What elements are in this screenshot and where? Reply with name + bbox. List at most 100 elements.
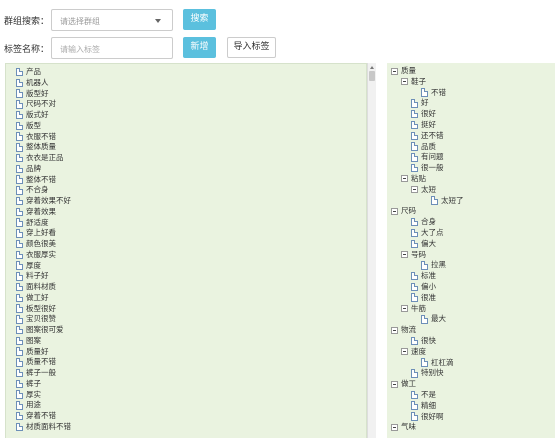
tag-list: 产品 机器人 版型好 尺码不对 版式好 版型 衣服不错 整体质量 衣衣是正品 品牌 整体不错 不合身穿… — [5, 63, 367, 438]
collapse-toggle-icon[interactable] — [401, 251, 408, 259]
list-item[interactable]: 质量好 — [16, 347, 71, 358]
document-icon — [411, 99, 418, 108]
list-item-label: 衣服不错 — [26, 131, 56, 141]
tree-leaf[interactable]: 有问题 — [391, 152, 464, 163]
tree-leaf[interactable]: 挺好 — [391, 120, 464, 131]
list-item[interactable]: 版型好 — [16, 89, 71, 100]
search-button[interactable]: 搜索 — [183, 9, 216, 30]
tree-leaf[interactable]: 很准 — [391, 293, 464, 304]
tree-folder[interactable]: 牛筋 — [391, 304, 464, 315]
document-icon — [16, 143, 23, 152]
scrollbar[interactable] — [367, 63, 376, 438]
tree-leaf[interactable]: 拉黑 — [391, 260, 464, 271]
tag-name-input[interactable]: 请输入标签 — [51, 37, 173, 59]
list-item[interactable]: 不合身 — [16, 185, 71, 196]
tree-folder[interactable]: 粘贴 — [391, 174, 464, 185]
tree-folder[interactable]: 太短 — [391, 185, 464, 196]
collapse-toggle-icon[interactable] — [401, 175, 408, 183]
collapse-toggle-icon[interactable] — [401, 348, 408, 356]
scroll-up-icon[interactable] — [370, 66, 374, 69]
tree-leaf[interactable]: 杠杠滴 — [391, 358, 464, 369]
list-item[interactable]: 面料材质 — [16, 282, 71, 293]
list-item[interactable]: 做工好 — [16, 293, 71, 304]
list-item[interactable]: 裤子 — [16, 379, 71, 390]
list-item[interactable]: 衣服厚实 — [16, 250, 71, 261]
collapse-toggle-icon[interactable] — [391, 326, 398, 334]
collapse-toggle-icon[interactable] — [401, 305, 408, 313]
list-item[interactable]: 舒适度 — [16, 218, 71, 229]
tree-leaf[interactable]: 很快 — [391, 336, 464, 347]
list-item[interactable]: 整体质量 — [16, 142, 71, 153]
tree-folder[interactable]: 质量 — [391, 66, 464, 77]
tree-folder[interactable]: 速度 — [391, 347, 464, 358]
document-icon — [16, 250, 23, 259]
list-item[interactable]: 厚度 — [16, 261, 71, 272]
list-item[interactable]: 机器人 — [16, 78, 71, 89]
tree-leaf[interactable]: 标准 — [391, 271, 464, 282]
tree-leaf[interactable]: 太短了 — [391, 196, 464, 207]
tree-node-label: 质量 — [401, 66, 416, 75]
list-item[interactable]: 厚实 — [16, 390, 71, 401]
tree-leaf[interactable]: 不错 — [391, 88, 464, 99]
tree-leaf[interactable]: 很一般 — [391, 163, 464, 174]
list-item[interactable]: 穿着效果不好 — [16, 196, 71, 207]
list-item[interactable]: 宝贝很赞 — [16, 314, 71, 325]
tree-folder[interactable]: 气味 — [391, 422, 464, 433]
tree-leaf[interactable]: 大了点 — [391, 228, 464, 239]
scroll-thumb[interactable] — [369, 71, 375, 81]
collapse-toggle-icon[interactable] — [391, 380, 398, 388]
list-item[interactable]: 穿上好看 — [16, 228, 71, 239]
tree-leaf[interactable]: 最大 — [391, 314, 464, 325]
list-item[interactable]: 整体不错 — [16, 175, 71, 186]
list-item-label: 版式好 — [26, 110, 49, 119]
tree-folder[interactable]: 号码 — [391, 250, 464, 261]
list-item[interactable]: 衣服不错 — [16, 132, 71, 143]
list-item[interactable]: 穿着不错 — [16, 411, 71, 422]
list-item[interactable]: 质量不错 — [16, 357, 71, 368]
list-item[interactable]: 颜色很美 — [16, 239, 71, 250]
group-select[interactable]: 请选择群组 — [51, 9, 173, 31]
list-item[interactable]: 品牌 — [16, 164, 71, 175]
tree-folder[interactable]: 做工 — [391, 379, 464, 390]
list-item[interactable]: 图案 — [16, 336, 71, 347]
document-icon — [16, 401, 23, 410]
tree-leaf[interactable]: 偏小 — [391, 282, 464, 293]
tree-node-label: 好 — [421, 98, 429, 108]
tree-leaf[interactable]: 品质 — [391, 142, 464, 153]
tree-leaf[interactable]: 还不错 — [391, 131, 464, 142]
tree-leaf[interactable]: 特别快 — [391, 368, 464, 379]
list-item[interactable]: 裤子一般 — [16, 368, 71, 379]
collapse-toggle-icon[interactable] — [401, 78, 408, 86]
list-item[interactable]: 板型很好 — [16, 304, 71, 315]
document-icon — [411, 120, 418, 130]
tree-folder[interactable]: 物流 — [391, 325, 464, 336]
document-icon — [16, 229, 23, 238]
list-item[interactable]: 版式好 — [16, 110, 71, 121]
tree-leaf[interactable]: 偏大 — [391, 239, 464, 250]
list-item[interactable]: 尺码不对 — [16, 99, 71, 110]
collapse-toggle-icon[interactable] — [391, 207, 398, 215]
tree-leaf[interactable]: 很好 — [391, 109, 464, 120]
list-item[interactable]: 衣衣是正品 — [16, 153, 71, 164]
list-item[interactable]: 料子好 — [16, 271, 71, 282]
collapse-toggle-icon[interactable] — [411, 186, 418, 194]
tree-leaf[interactable]: 精细 — [391, 401, 464, 412]
tree-leaf[interactable]: 不是 — [391, 390, 464, 401]
tag-name-placeholder: 请输入标签 — [60, 45, 100, 54]
list-item[interactable]: 图案很可爱 — [16, 325, 71, 336]
tree-leaf[interactable]: 合身 — [391, 217, 464, 228]
list-item[interactable]: 版型 — [16, 121, 71, 132]
tree-folder[interactable]: 鞋子 — [391, 77, 464, 88]
list-item[interactable]: 穿着效果 — [16, 207, 71, 218]
list-item[interactable]: 用途 — [16, 400, 71, 411]
collapse-toggle-icon[interactable] — [391, 423, 398, 431]
import-tags-button[interactable]: 导入标签 — [227, 37, 276, 58]
list-item[interactable]: 产品 — [16, 67, 71, 78]
tree-folder[interactable]: 尺码 — [391, 206, 464, 217]
tree-leaf[interactable]: 很好啊 — [391, 412, 464, 423]
document-icon — [16, 325, 23, 335]
collapse-toggle-icon[interactable] — [391, 67, 398, 75]
list-item[interactable]: 材质面料不错 — [16, 422, 71, 433]
add-button[interactable]: 新增 — [183, 37, 216, 58]
tree-leaf[interactable]: 好 — [391, 98, 464, 109]
